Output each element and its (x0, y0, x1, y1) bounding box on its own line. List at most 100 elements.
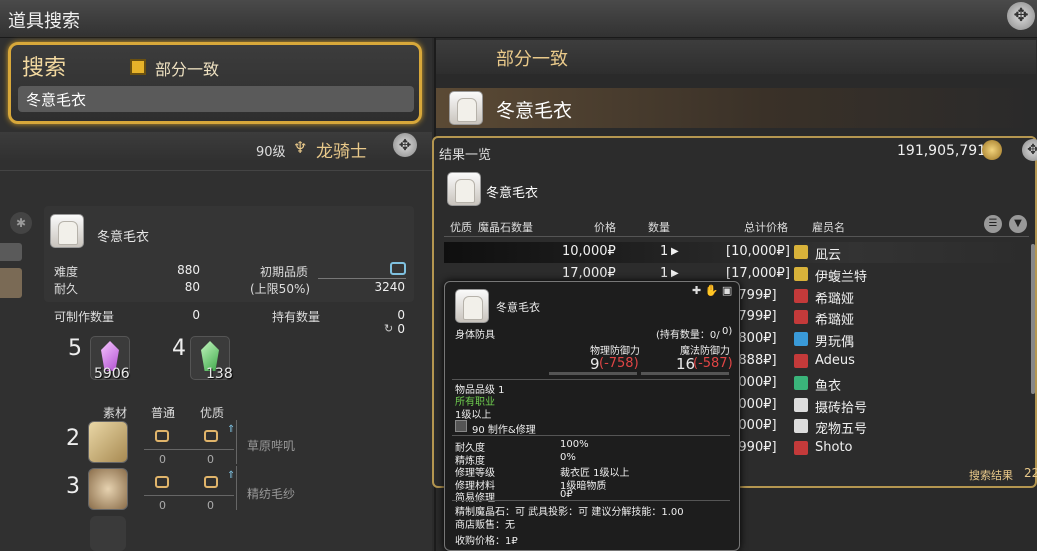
results-scrollbar[interactable] (1031, 244, 1035, 394)
gil-coin-icon (982, 140, 1002, 160)
retainer-badge-icon (794, 375, 808, 390)
material-need-count: 2 (66, 426, 80, 451)
tooltip-stat-value: 0₽ (560, 489, 573, 501)
gear-icon[interactable]: ✱ (10, 212, 32, 234)
normal-count: 0 (159, 453, 166, 466)
partial-match-label[interactable]: 部分一致 (155, 56, 219, 80)
sweater-item-icon[interactable] (447, 172, 481, 206)
tooltip-stat-value: 100% (560, 439, 589, 450)
material-need-count: 3 (66, 474, 80, 499)
row-retainer: 男玩偶 (815, 335, 855, 351)
durability-value: 80 (184, 280, 200, 294)
character-level: 90级 (256, 145, 286, 160)
side-tab[interactable] (0, 268, 22, 298)
result-row[interactable]: 10,000₽ 1 ▶ [10,000₽] 凪云 (444, 242, 1029, 263)
hq-checkbox[interactable] (204, 476, 218, 488)
normal-header: 普通 (151, 406, 176, 420)
divider (452, 500, 730, 501)
window-title: 道具搜索 (8, 11, 80, 32)
hq-header: 优质 (200, 406, 225, 420)
phys-def-diff: (-758) (599, 356, 639, 371)
divider (452, 435, 730, 436)
divider (236, 466, 237, 510)
sweater-item-icon[interactable] (449, 91, 483, 125)
tooltip-repair-line: 90 制作&修理 (472, 425, 536, 436)
row-retainer: Adeus (815, 353, 855, 368)
tooltip-misc-shop: 商店贩售：无 (455, 520, 515, 531)
results-item-name: 冬意毛衣 (486, 186, 539, 201)
stat-bar (549, 372, 637, 375)
character-bar (0, 132, 432, 162)
results-footer-count: 22 (1024, 466, 1037, 480)
col-qty[interactable]: 数量 (648, 219, 670, 235)
empty-material-slot (90, 516, 126, 551)
tools-icon[interactable]: ✥ (393, 133, 417, 157)
mag-def-diff: (-587) (693, 356, 733, 371)
settings-gear-icon[interactable]: ✥ (1007, 2, 1035, 30)
yarn-material-icon[interactable] (88, 468, 128, 510)
normal-count: 0 (159, 499, 166, 512)
list-icon[interactable]: ☰ (984, 215, 1002, 233)
hq-count: 0 (207, 499, 214, 512)
row-retainer: 摄砖拾号 (815, 400, 868, 416)
refresh-icon: ↻ (384, 322, 394, 335)
divider (444, 236, 1029, 237)
col-total[interactable]: 总计价格 (744, 219, 788, 235)
buy-arrow-icon[interactable]: ▶ (671, 268, 679, 279)
right-header-title: 部分一致 (496, 49, 568, 70)
dragoon-job-icon: ♆ (293, 138, 308, 157)
retainer-badge-icon (794, 332, 808, 347)
divider (144, 495, 234, 496)
row-retainer: Shoto (815, 440, 853, 456)
normal-checkbox[interactable] (155, 476, 169, 488)
row-total: [17,000₽] (726, 265, 790, 281)
retainer-badge-icon (794, 397, 808, 412)
needle-icon (455, 420, 467, 432)
tooltip-owned: (持有数量：0/ (656, 330, 720, 341)
col-price[interactable]: 价格 (594, 219, 616, 235)
row-price: 17,000₽ (562, 265, 616, 281)
col-hq[interactable]: 优质 (450, 219, 472, 235)
stat-bar (641, 372, 729, 375)
sweater-item-icon (455, 289, 489, 323)
gil-amount: 191,905,791 (897, 143, 987, 159)
material-name: 精纺毛纱 (247, 487, 296, 501)
retainer-badge-icon (794, 266, 808, 281)
col-retainer[interactable]: 雇员名 (812, 219, 845, 235)
owned-label: 持有数量 (272, 310, 321, 324)
craftable-value: 0 (192, 308, 200, 322)
search-heading: 搜索 (22, 56, 67, 81)
divider (452, 379, 730, 380)
normal-checkbox[interactable] (155, 430, 169, 442)
buy-arrow-icon[interactable]: ▶ (671, 246, 679, 257)
divider (144, 449, 234, 450)
retainer-badge-icon (794, 441, 808, 456)
title-bar (0, 0, 1037, 38)
crystal-need-count: 4 (172, 336, 186, 361)
retainer-badge-icon (794, 288, 808, 303)
col-materia[interactable]: 魔晶石数量 (478, 219, 533, 235)
row-price: 10,000₽ (562, 244, 616, 259)
tooltip-action-icons: ✚ ✋ ▣ (692, 284, 733, 297)
initial-quality-icon (390, 262, 406, 275)
hq-arrow-icon: ⇑ (227, 424, 236, 435)
difficulty-label: 难度 (54, 265, 79, 279)
sweater-item-icon[interactable] (50, 214, 84, 248)
hq-arrow-icon: ⇑ (227, 470, 236, 481)
limit-value: 3240 (374, 280, 405, 294)
difficulty-value: 880 (177, 263, 200, 277)
search-input[interactable] (18, 86, 414, 112)
job-name: 龙骑士 (316, 142, 367, 162)
hq-checkbox[interactable] (204, 430, 218, 442)
side-tab[interactable] (0, 243, 22, 261)
tools-icon[interactable]: ✥ (1022, 139, 1037, 161)
limit-label: (上限50%) (250, 282, 311, 296)
row-retainer: 宠物五号 (815, 422, 868, 438)
owned-value: 0 (397, 308, 405, 322)
row-retainer: 鱼衣 (815, 378, 842, 394)
results-title: 结果一览 (439, 148, 492, 163)
crystal-have-count: 5906 (94, 366, 130, 382)
cloth-material-icon[interactable] (88, 421, 128, 463)
filter-icon[interactable]: ▼ (1009, 215, 1027, 233)
partial-match-checkbox[interactable] (130, 59, 146, 75)
